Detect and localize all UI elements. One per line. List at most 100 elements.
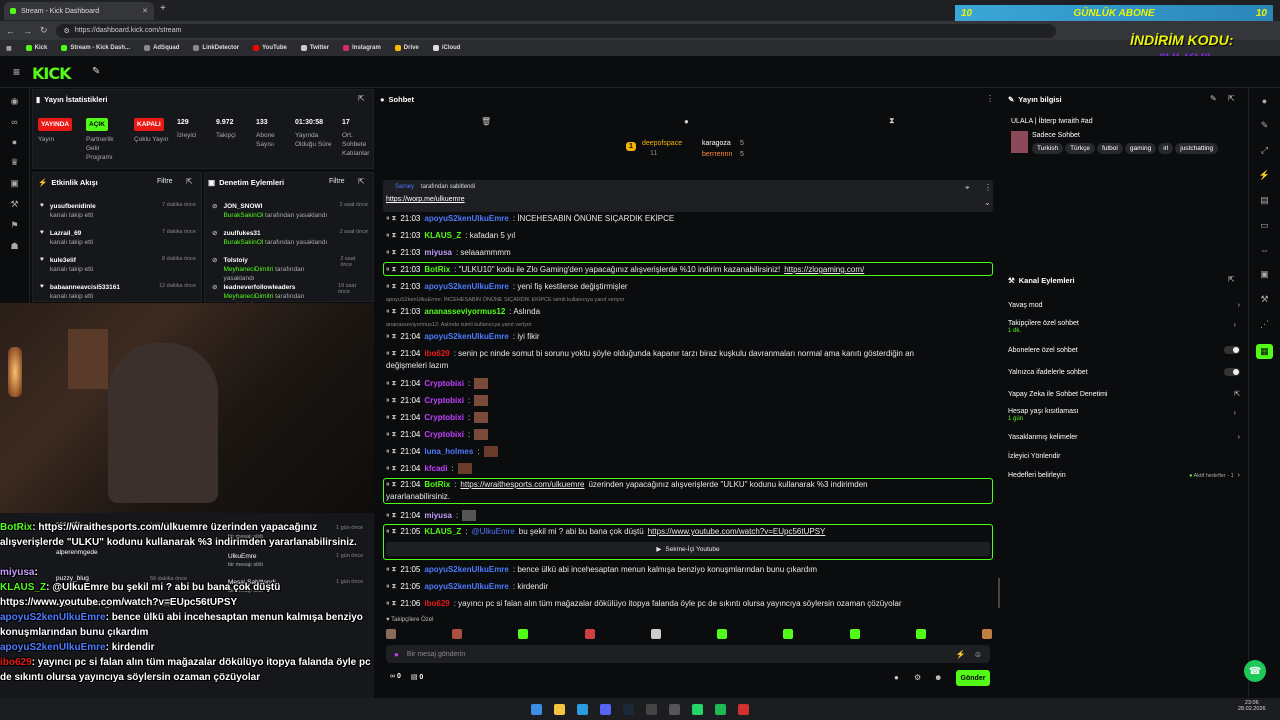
activity-popout-icon[interactable]: ⇱ [186,177,193,186]
explorer-icon[interactable] [554,703,565,715]
chat-settings-icon[interactable]: ● [894,673,899,682]
bookmark-instagram[interactable]: Instagram [343,45,381,51]
tools-icon[interactable]: ⚒ [10,199,18,210]
start-icon[interactable] [531,703,542,715]
new-tab-icon[interactable]: + [160,3,166,14]
goals-row[interactable]: Hedefleri belirleyin ● Aktif hedefler - 1… [1008,472,1240,479]
emote-picker-icon[interactable]: ☻ [934,673,942,682]
expand-icon[interactable]: ⤢ [1261,145,1268,156]
pen-icon[interactable]: ✎ [1261,120,1269,131]
banned-words-row[interactable]: Yasaklanmış kelimeler › [1008,434,1240,441]
menu-icon[interactable]: ≡ [13,65,20,79]
emote[interactable] [849,629,860,639]
forward-icon[interactable]: → [23,26,32,36]
kick-logo[interactable]: KICK [32,64,71,83]
ai-moderation-row[interactable]: Yapay Zeka ile Sohbet Denetimi ⇱ [1008,390,1240,399]
trophy-icon[interactable]: ♛ [10,157,18,168]
green-action-icon[interactable]: ▦ [1256,344,1273,359]
followers-only-row[interactable]: Takipçilere özel sohbet 1 dk. › [1008,320,1240,334]
account-age-row[interactable]: Hesap yaşı kısıtlaması 1 gün › [1008,408,1240,422]
share-icon[interactable]: ⋰ [1260,319,1269,330]
emote[interactable] [981,629,992,639]
reload-icon[interactable]: ↻ [40,25,48,36]
emote[interactable] [915,629,926,639]
speech-icon[interactable]: ● [684,117,689,126]
bookmark-youtube[interactable]: YouTube [253,45,287,51]
message-icon[interactable]: ▭ [1260,220,1269,231]
subs-only-toggle[interactable] [1224,346,1240,354]
tool-icon[interactable]: ⚒ [1260,294,1268,305]
emote[interactable] [717,629,728,639]
chat-menu-icon[interactable]: ⋮ [986,94,994,103]
close-tab-icon[interactable]: ✕ [142,7,148,15]
overlay-line: miyusa: [0,567,38,578]
activity-list: ♥ yusufbenidinle kanalı takip etti 7 dakika… [40,198,196,306]
send-button[interactable]: Gönder [956,670,990,686]
community-icon[interactable]: ☗ [10,241,18,252]
emote[interactable] [518,629,529,639]
card-icon[interactable]: ▣ [1260,269,1269,280]
back-icon[interactable]: ← [6,26,15,36]
popout-icon[interactable]: ⇱ [358,94,365,103]
emote[interactable] [783,629,794,639]
moderation-filter-button[interactable]: Filtre [329,178,345,185]
emote-only-toggle[interactable] [1224,368,1240,376]
url-field[interactable]: ⚙ https://dashboard.kick.com/stream [55,23,1056,38]
edit-icon[interactable]: ✎ [1210,94,1217,103]
spotify-icon[interactable] [715,703,726,715]
mic-icon[interactable]: ● [394,650,399,659]
clipboard-icon[interactable]: ▤ [1260,195,1269,206]
chat-scrollbar[interactable] [998,578,1000,608]
discord-icon[interactable] [600,703,611,715]
obs-icon[interactable] [669,703,680,715]
pinned-menu-icon[interactable]: ⋮ [984,183,992,192]
bookmark-kick[interactable]: Kick [25,45,47,51]
emote[interactable] [584,629,595,639]
moderation-icon[interactable]: ⚑ [10,220,18,231]
support-chat-icon[interactable]: ☎ [1244,660,1266,682]
expand-icon[interactable]: ⌄ [984,198,991,207]
bookmark-stream[interactable]: Stream - Kick Dash... [61,45,130,51]
bookmark-adsquad[interactable]: AdSquad [144,45,179,51]
emote[interactable] [386,629,396,639]
emote[interactable] [650,629,661,639]
raid-icon[interactable]: ⇔ [1260,245,1269,255]
chrome-icon[interactable] [738,703,749,715]
slow-mode-row[interactable]: Yavaş mod › [1008,302,1240,309]
timer-icon[interactable]: ⧗ [889,116,895,126]
link-icon[interactable]: ∞ [11,117,17,127]
chat-input[interactable]: ● Bir mesaj gönderin ⚡ ☺ [386,645,990,663]
whatsapp-icon[interactable] [692,703,703,715]
pinned-message[interactable]: Sarney tarafından sabitlendi https://wor… [383,180,993,212]
pin-icon[interactable]: ✎ [92,66,100,77]
apps-icon[interactable]: ▦ [6,45,12,52]
pinned-link[interactable]: https://worp.me/ulkuemre [386,196,465,203]
emote[interactable] [452,629,463,639]
moderation-title: ▣ Denetim Eylemleri [208,178,285,187]
emoji-icon[interactable]: ☺ [974,650,982,659]
edge-icon[interactable] [577,703,588,715]
trash-icon[interactable]: 🗑 [481,117,491,126]
settings-icon[interactable]: ● [1262,96,1267,106]
dashboard-icon[interactable]: ▣ [10,178,19,189]
actions-popout-icon[interactable]: ⇱ [1228,275,1235,284]
user-icon[interactable]: ● [12,137,17,147]
site-info-icon[interactable]: ⚙ [64,27,70,35]
youtube-embed-button[interactable]: ▶ Sekme-İçi Youtube [386,542,990,556]
host-row[interactable]: İzleyici Yönlendir [1008,453,1240,460]
bookmark-drive[interactable]: Drive [394,45,419,51]
activity-filter-button[interactable]: Filtre [157,178,173,185]
gear-icon[interactable]: ⚙ [914,673,921,682]
bookmark-twitter[interactable]: Twitter [300,45,329,51]
browser-tab[interactable]: Stream - Kick Dashboard ✕ [4,2,154,20]
lightning-icon[interactable]: ⚡ [1259,170,1270,181]
bookmark-icloud[interactable]: iCloud [432,45,460,51]
app-icon[interactable] [646,703,657,715]
info-popout-icon[interactable]: ⇱ [1228,94,1235,103]
bookmark-linkdetector[interactable]: LinkDetector [193,45,239,51]
steam-icon[interactable] [623,703,634,715]
moderation-popout-icon[interactable]: ⇱ [358,177,365,186]
pin-icon[interactable]: ⌖ [965,183,970,193]
command-icon[interactable]: ⚡ [956,650,966,659]
stream-icon[interactable]: ◉ [11,96,19,107]
